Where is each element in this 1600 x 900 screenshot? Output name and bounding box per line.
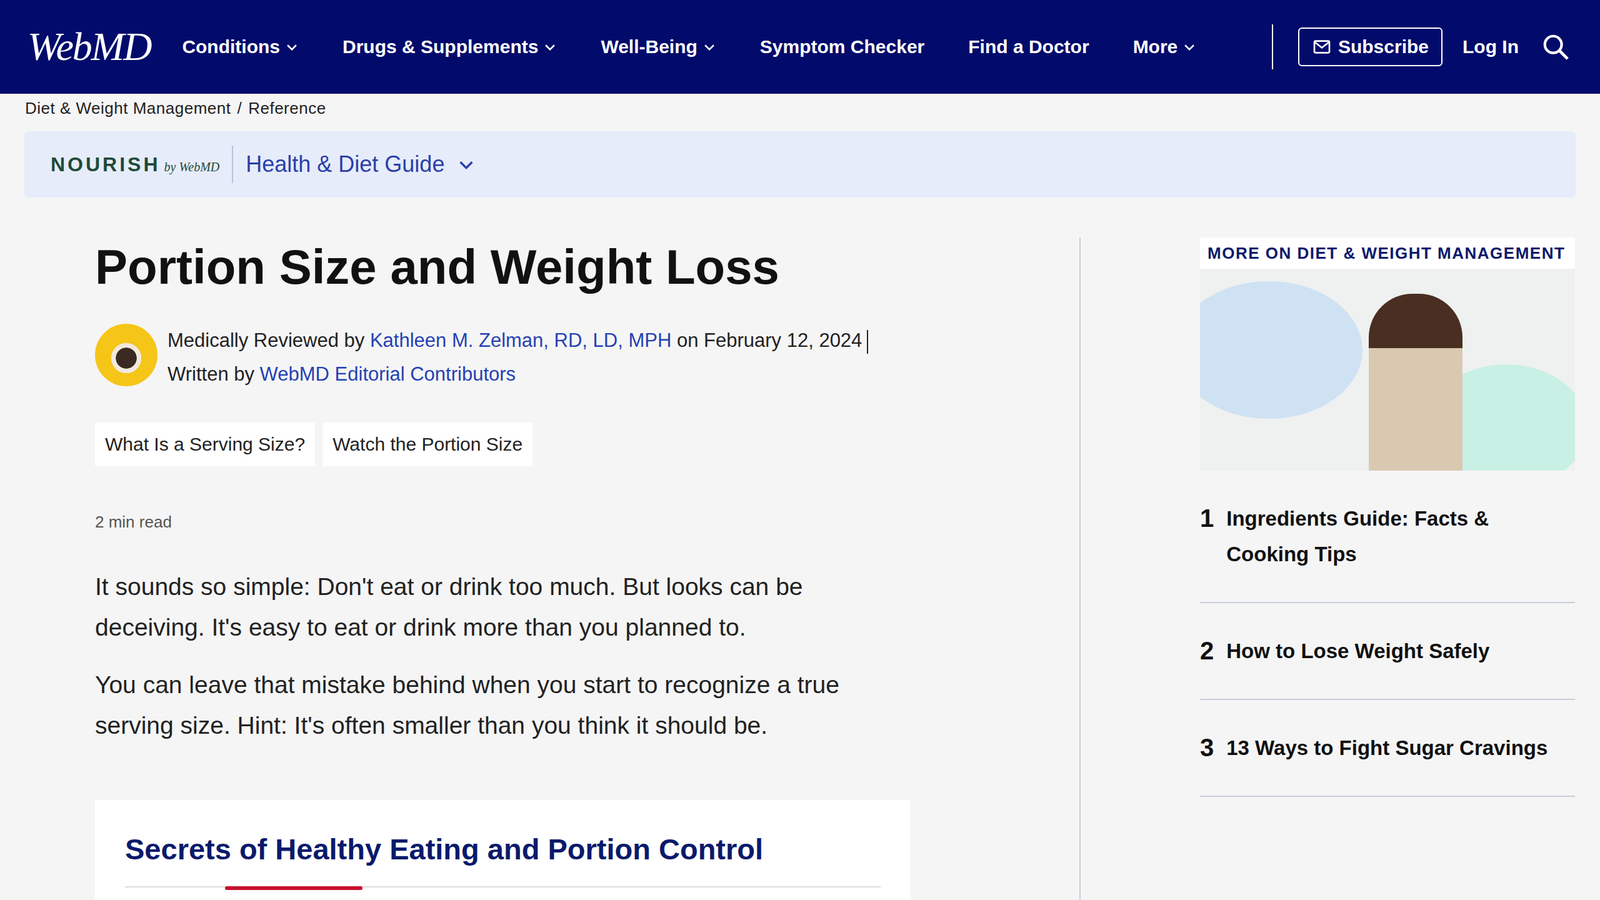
content: Portion Size and Weight Loss Medically Re… <box>0 237 1600 900</box>
breadcrumb-separator: / <box>236 98 242 119</box>
read-time: 2 min read <box>95 511 911 533</box>
top-nav: WebMD Conditions Drugs & Supplements Well-B… <box>0 0 1600 94</box>
sidebar-item[interactable]: 313 Ways to Fight Sugar Cravings <box>1200 700 1575 797</box>
section-pill[interactable]: What Is a Serving Size? <box>95 422 315 467</box>
sidebar-image[interactable] <box>1200 268 1575 471</box>
nav-item[interactable]: Conditions <box>181 36 299 58</box>
breadcrumb: Diet & Weight Management/ Reference <box>0 93 1600 120</box>
article-title: Portion Size and Weight Loss <box>95 237 911 297</box>
byline: Medically Reviewed by Kathleen M. Zelman… <box>95 323 911 392</box>
page: WebMD Conditions Drugs & Supplements Well-B… <box>0 0 1600 900</box>
banner-divider <box>231 145 234 184</box>
nav-list: Conditions Drugs & Supplements Well-Being S… <box>181 36 1197 58</box>
nav-item[interactable]: Well-Being <box>600 36 716 58</box>
search-icon[interactable] <box>1541 32 1570 62</box>
nourish-logo[interactable]: NOURISHby WebMD <box>50 153 220 177</box>
nav-item[interactable]: Symptom Checker <box>760 36 925 58</box>
article-paragraph: You can leave that mistake behind when y… <box>95 664 911 746</box>
guide-dropdown[interactable]: Health & Diet Guide <box>245 151 476 178</box>
writer-link[interactable]: WebMD Editorial Contributors <box>260 363 516 385</box>
article: Portion Size and Weight Loss Medically Re… <box>0 237 1081 900</box>
chevron-down-icon <box>285 40 299 54</box>
nav-actions: Subscribe Log In <box>1271 24 1573 70</box>
section-pill[interactable]: Watch the Portion Size <box>322 422 533 467</box>
sidebar-item[interactable]: 2How to Lose Weight Safely <box>1200 603 1575 700</box>
sidebar-item[interactable]: 1Ingredients Guide: Facts & Cooking Tips <box>1200 470 1575 604</box>
video-card: Secrets of Healthy Eating and Portion Co… <box>95 800 911 900</box>
card-title[interactable]: Secrets of Healthy Eating and Portion Co… <box>125 828 881 870</box>
subscribe-button[interactable]: Subscribe <box>1298 27 1443 67</box>
webmd-logo[interactable]: WebMD <box>27 23 151 70</box>
sidebar-heading: MORE ON DIET & WEIGHT MANAGEMENT <box>1200 237 1575 269</box>
section-links: What Is a Serving Size?Watch the Portion… <box>95 422 911 467</box>
login-link[interactable]: Log In <box>1462 36 1519 58</box>
chevron-down-icon <box>1182 40 1197 54</box>
nav-item[interactable]: More <box>1133 36 1197 58</box>
sidebar: MORE ON DIET & WEIGHT MANAGEMENT 1Ingredi… <box>1200 237 1575 900</box>
nav-divider <box>1271 24 1274 70</box>
reviewer-photo <box>95 323 158 387</box>
breadcrumb-item[interactable]: Diet & Weight Management <box>25 98 231 119</box>
nav-item[interactable]: Find a Doctor <box>968 36 1089 58</box>
chevron-down-icon <box>702 40 717 54</box>
chevron-down-icon <box>456 155 476 174</box>
byline-divider <box>866 330 869 354</box>
card-rule <box>125 886 881 888</box>
nav-item[interactable]: Drugs & Supplements <box>342 36 557 58</box>
mail-icon <box>1311 36 1332 57</box>
chevron-down-icon <box>543 40 557 54</box>
article-paragraph: It sounds so simple: Don't eat or drink … <box>95 566 911 648</box>
breadcrumb-item[interactable]: Reference <box>248 98 326 119</box>
reviewer-link[interactable]: Kathleen M. Zelman, RD, LD, MPH <box>370 329 672 352</box>
guide-banner: NOURISHby WebMD Health & Diet Guide <box>24 131 1576 198</box>
